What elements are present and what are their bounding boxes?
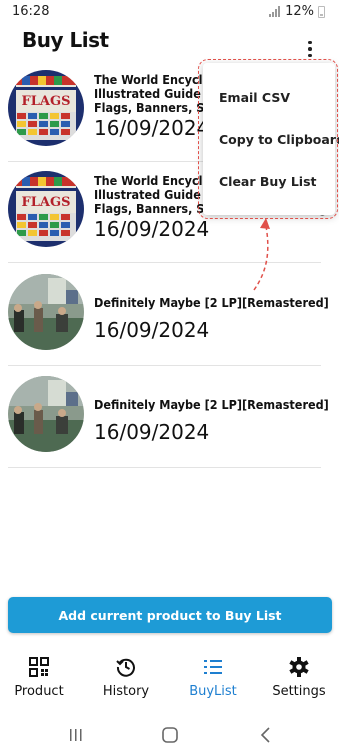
overflow-menu-icon[interactable] [300, 38, 320, 60]
nav-product[interactable]: Product [1, 650, 77, 706]
menu-item-email-csv[interactable]: Email CSV [219, 90, 290, 105]
menu-item-clear-buy-list[interactable]: Clear Buy List [219, 174, 316, 189]
nav-buylist[interactable]: BuyList [175, 650, 251, 706]
status-indicators: 12% [269, 4, 325, 19]
page-title: Buy List [22, 28, 109, 52]
battery-percent: 12% [285, 4, 314, 19]
nav-label: Product [14, 684, 64, 699]
item-date: 16/09/2024 [94, 318, 210, 342]
nav-label: Settings [272, 684, 326, 699]
item-date: 16/09/2024 [94, 217, 210, 241]
item-date: 16/09/2024 [94, 420, 210, 444]
nav-history[interactable]: History [88, 650, 164, 706]
svg-text:FLAGS: FLAGS [22, 195, 71, 210]
list-item[interactable]: Definitely Maybe [2 LP][Remastered] 16/0… [0, 368, 339, 468]
battery-icon [318, 5, 325, 18]
bottom-nav: Product History BuyList Settings [0, 650, 339, 706]
qr-code-icon [29, 657, 49, 677]
history-icon [116, 658, 135, 677]
status-time: 16:28 [12, 4, 50, 19]
album-thumbnail [8, 274, 84, 350]
home-icon[interactable] [160, 726, 180, 744]
add-to-buy-list-button[interactable]: Add current product to Buy List [8, 597, 332, 633]
menu-item-copy-clipboard[interactable]: Copy to Clipboard [219, 132, 339, 147]
status-bar: 16:28 12% [0, 0, 339, 24]
item-date: 16/09/2024 [94, 116, 210, 140]
list-icon [204, 660, 222, 674]
recent-apps-icon[interactable] [66, 726, 86, 744]
gear-icon [289, 657, 309, 677]
back-icon[interactable] [256, 726, 276, 744]
nav-settings[interactable]: Settings [261, 650, 337, 706]
nav-label: BuyList [189, 684, 237, 699]
album-thumbnail [8, 376, 84, 452]
item-title: Definitely Maybe [2 LP][Remastered] [94, 296, 329, 310]
svg-text:FLAGS: FLAGS [22, 94, 71, 109]
item-title: Definitely Maybe [2 LP][Remastered] [94, 398, 329, 412]
annotation-arrow-icon [253, 218, 270, 291]
signal-icon [269, 6, 281, 17]
divider [8, 365, 321, 366]
nav-label: History [102, 684, 150, 699]
list-item[interactable]: Definitely Maybe [2 LP][Remastered] 16/0… [0, 266, 339, 366]
overflow-menu: Email CSV Copy to Clipboard Clear Buy Li… [203, 63, 339, 215]
divider [8, 467, 321, 468]
system-nav-bar [0, 716, 339, 756]
flags-book-thumbnail: FLAGS [8, 70, 84, 146]
flags-book-thumbnail: FLAGS [8, 171, 84, 247]
